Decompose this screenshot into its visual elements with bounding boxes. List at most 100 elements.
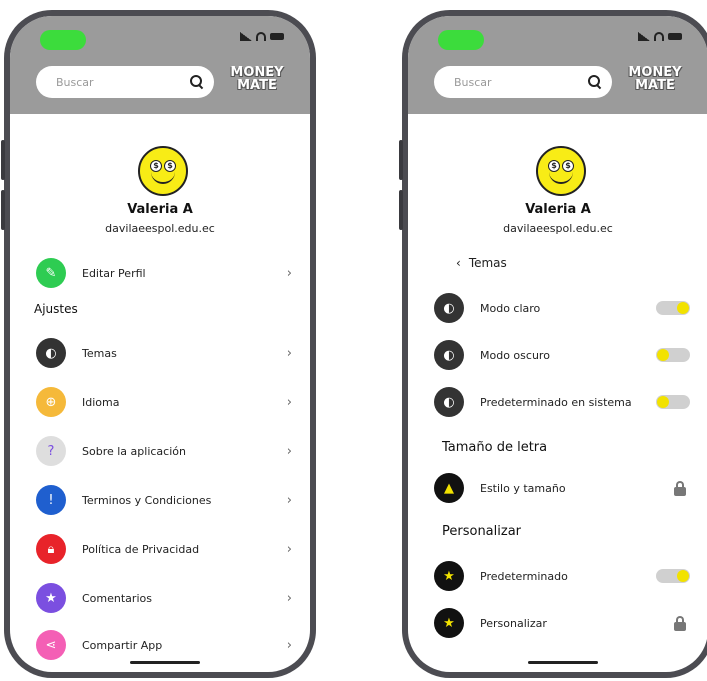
- toggle-switch[interactable]: [656, 301, 690, 315]
- side-button: [399, 140, 403, 180]
- font-style-row[interactable]: ▲ Estilo y tamaño: [434, 471, 690, 505]
- settings-item-share[interactable]: ⋖ Compartir App ›: [36, 628, 292, 662]
- lock-icon: [674, 616, 686, 631]
- profile-name: Valeria A: [525, 202, 591, 217]
- edit-profile-row[interactable]: ✎ Editar Perfil ›: [36, 256, 292, 290]
- settings-item-label: Idioma: [82, 395, 120, 409]
- settings-item-label: Temas: [82, 346, 117, 360]
- font-size-title: Tamaño de letra: [442, 440, 548, 455]
- top-bar: Buscar MONEY MATE: [10, 16, 310, 114]
- toggle-knob: [677, 302, 689, 314]
- lock-icon: [674, 481, 686, 496]
- chevron-right-icon: ›: [286, 492, 292, 508]
- chevron-right-icon: ›: [286, 345, 292, 361]
- side-button: [1, 190, 5, 230]
- personalize-custom-row[interactable]: ★ Personalizar: [434, 606, 690, 640]
- status-time-pill: [40, 30, 86, 50]
- toggle-switch[interactable]: [656, 569, 690, 583]
- chevron-right-icon: ›: [286, 637, 292, 653]
- settings-item-privacy[interactable]: 🔒︎ Política de Privacidad ›: [36, 532, 292, 566]
- personalize-label: Personalizar: [480, 616, 547, 630]
- home-indicator[interactable]: [130, 661, 200, 664]
- personalize-title: Personalizar: [442, 524, 522, 539]
- toggle-switch[interactable]: [656, 395, 690, 409]
- side-button: [399, 190, 403, 230]
- edit-profile-label: Editar Perfil: [82, 266, 146, 280]
- chevron-right-icon: ›: [286, 265, 292, 281]
- chevron-left-icon: ‹: [456, 256, 461, 270]
- wifi-icon: [654, 32, 664, 41]
- settings-item-comments[interactable]: ★ Comentarios ›: [36, 581, 292, 615]
- settings-item-themes[interactable]: ◐ Temas ›: [36, 336, 292, 370]
- signal-icon: [240, 32, 252, 41]
- profile-email: davilaeespol.edu.ec: [503, 222, 613, 235]
- back-button[interactable]: ‹ Temas: [456, 256, 507, 270]
- star-icon: ★: [434, 608, 464, 638]
- settings-item-label: Sobre la aplicación: [82, 444, 186, 458]
- font-style-label: Estilo y tamaño: [480, 481, 566, 495]
- settings-title: Ajustes: [34, 302, 78, 316]
- theme-icon: ◐: [434, 387, 464, 417]
- theme-icon: ◐: [36, 338, 66, 368]
- search-icon[interactable]: [190, 75, 204, 89]
- battery-icon: [270, 33, 284, 40]
- theme-option-label: Predeterminado en sistema: [480, 395, 632, 409]
- settings-screen: Buscar MONEY MATE $ $ Valeria A davilaee…: [10, 16, 310, 672]
- theme-option-label: Modo oscuro: [480, 348, 550, 362]
- settings-item-label: Comentarios: [82, 591, 152, 605]
- personalize-default-row[interactable]: ★ Predeterminado: [434, 559, 690, 593]
- logo-line2: MATE: [237, 78, 277, 93]
- settings-item-label: Terminos y Condiciones: [82, 493, 212, 507]
- themes-screen: Buscar MONEY MATE $ $ Valeria A davilaee…: [408, 16, 707, 672]
- theme-option-label: Modo claro: [480, 301, 541, 315]
- home-indicator[interactable]: [528, 661, 598, 664]
- globe-icon: ⊕: [36, 387, 66, 417]
- theme-option-light[interactable]: ◐ Modo claro: [434, 291, 690, 325]
- settings-item-terms[interactable]: ! Terminos y Condiciones ›: [36, 483, 292, 517]
- wifi-icon: [256, 32, 266, 41]
- avatar: $ $: [536, 146, 586, 196]
- theme-icon: ◐: [434, 340, 464, 370]
- side-button: [1, 140, 5, 180]
- star-icon: ★: [36, 583, 66, 613]
- search-input[interactable]: Buscar: [56, 76, 190, 89]
- profile-name: Valeria A: [127, 202, 193, 217]
- share-icon: ⋖: [36, 630, 66, 660]
- avatar-smile: [549, 168, 573, 184]
- chevron-right-icon: ›: [286, 394, 292, 410]
- lock-icon: 🔒︎: [36, 534, 66, 564]
- settings-item-language[interactable]: ⊕ Idioma ›: [36, 385, 292, 419]
- search-bar[interactable]: Buscar: [434, 66, 612, 98]
- toggle-knob: [677, 570, 689, 582]
- search-input[interactable]: Buscar: [454, 76, 588, 89]
- personalize-label: Predeterminado: [480, 569, 568, 583]
- toggle-switch[interactable]: [656, 348, 690, 362]
- status-icons: [240, 32, 284, 41]
- search-icon[interactable]: [588, 75, 602, 89]
- settings-item-about[interactable]: ? Sobre la aplicación ›: [36, 434, 292, 468]
- chevron-right-icon: ›: [286, 541, 292, 557]
- phone-themes: Buscar MONEY MATE $ $ Valeria A davilaee…: [402, 10, 707, 678]
- chevron-right-icon: ›: [286, 443, 292, 459]
- status-time-pill: [438, 30, 484, 50]
- logo-line2: MATE: [635, 78, 675, 93]
- avatar: $ $: [138, 146, 188, 196]
- star-icon: ★: [434, 561, 464, 591]
- search-bar[interactable]: Buscar: [36, 66, 214, 98]
- theme-option-system[interactable]: ◐ Predeterminado en sistema: [434, 385, 690, 419]
- theme-icon: ◐: [434, 293, 464, 323]
- money-mate-logo: MONEY MATE: [620, 66, 690, 100]
- money-mate-logo: MONEY MATE: [222, 66, 292, 100]
- question-icon: ?: [36, 436, 66, 466]
- profile-email: davilaeespol.edu.ec: [105, 222, 215, 235]
- top-bar: Buscar MONEY MATE: [408, 16, 707, 114]
- status-icons: [638, 32, 682, 41]
- font-icon: ▲: [434, 473, 464, 503]
- theme-option-dark[interactable]: ◐ Modo oscuro: [434, 338, 690, 372]
- battery-icon: [668, 33, 682, 40]
- settings-item-label: Compartir App: [82, 638, 163, 652]
- toggle-knob: [657, 349, 669, 361]
- signal-icon: [638, 32, 650, 41]
- phone-settings: Buscar MONEY MATE $ $ Valeria A davilaee…: [4, 10, 316, 678]
- pencil-icon: ✎: [36, 258, 66, 288]
